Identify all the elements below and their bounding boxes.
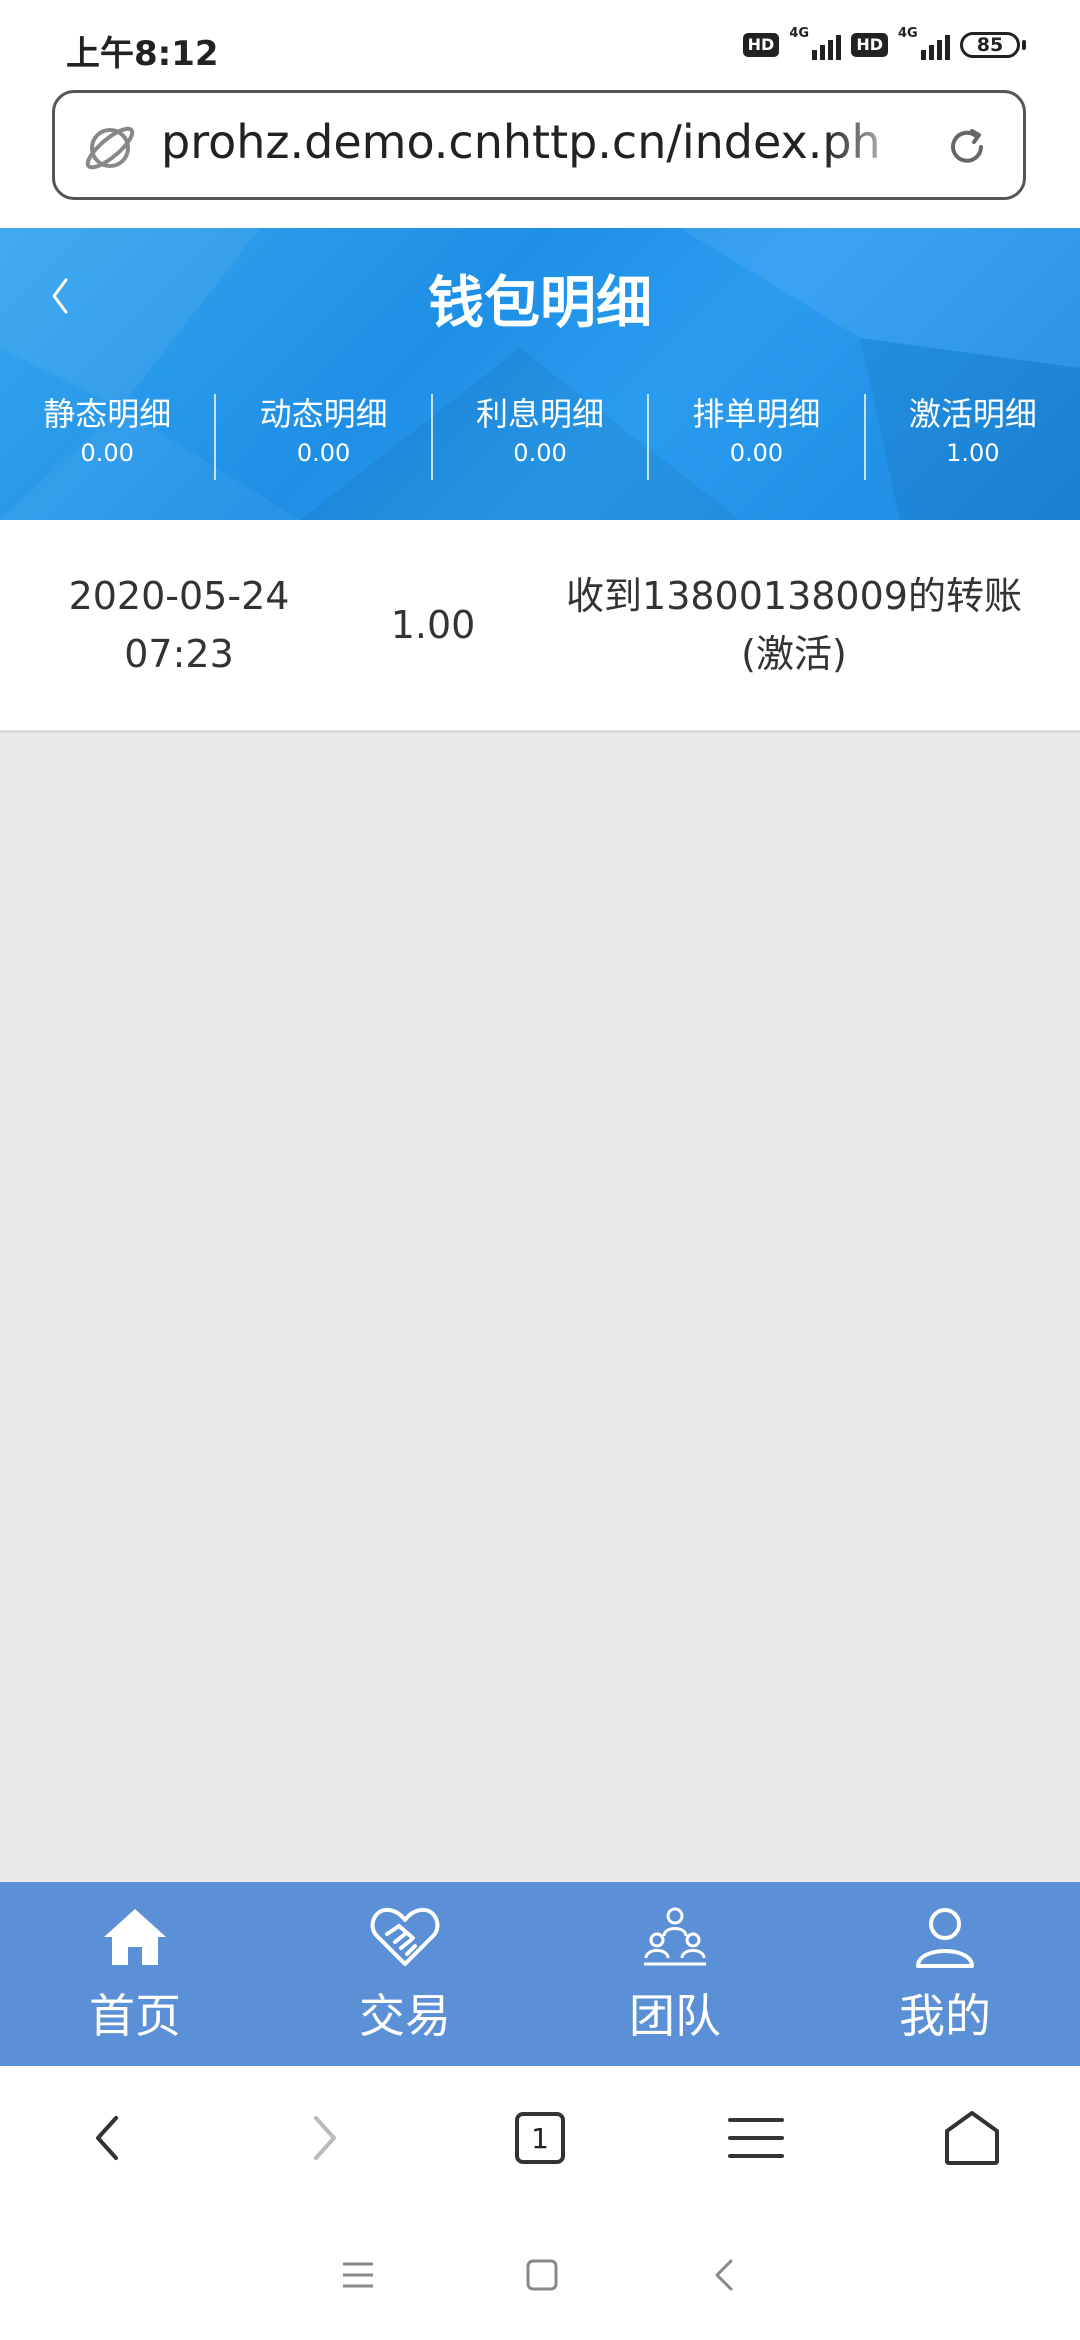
url-bar[interactable]: prohz.demo.cnhttp.cn/index.ph (52, 90, 1026, 200)
tab-team[interactable]: 团队 (540, 1882, 810, 2066)
system-back-icon[interactable] (709, 2255, 739, 2295)
team-icon (640, 1902, 710, 1972)
record-date: 2020-05-24 (68, 574, 290, 618)
stat-dynamic[interactable]: 动态明细 0.00 (216, 394, 433, 480)
tab-home[interactable]: 首页 (0, 1882, 270, 2066)
record-amount: 1.00 (390, 603, 476, 647)
status-bar: 上午8:12 HD 4G HD 4G 85 (0, 0, 1080, 90)
home-icon (100, 1902, 170, 1972)
tab-count: 1 (515, 2112, 565, 2164)
system-navigation (0, 2210, 1080, 2340)
hd-icon: HD (851, 33, 888, 57)
reload-icon[interactable] (943, 123, 991, 175)
browser-home-button[interactable] (864, 2109, 1080, 2167)
browser-forward-button[interactable] (216, 2108, 432, 2168)
stat-interest[interactable]: 利息明细 0.00 (433, 394, 650, 480)
stat-order[interactable]: 排单明细 0.00 (649, 394, 866, 480)
browser-menu-button[interactable] (648, 2114, 864, 2162)
chevron-left-icon (96, 2116, 118, 2160)
recent-apps-icon[interactable] (341, 2260, 375, 2290)
tab-trade[interactable]: 交易 (270, 1882, 540, 2066)
record-datetime: 2020-05-24 07:23 (0, 520, 358, 730)
stat-label: 排单明细 (692, 395, 821, 433)
stat-label: 静态明细 (43, 395, 172, 433)
record-desc-line2: (激活) (741, 632, 847, 676)
tab-label: 团队 (629, 1989, 721, 2043)
tab-label: 我的 (899, 1989, 991, 2043)
url-text[interactable]: prohz.demo.cnhttp.cn/index.ph (161, 115, 901, 169)
stat-label: 动态明细 (259, 395, 388, 433)
stat-label: 激活明细 (908, 395, 1037, 433)
browser-toolbar: 1 (0, 2066, 1080, 2212)
home-outline-icon (945, 2111, 999, 2165)
status-icons: HD 4G HD 4G 85 (742, 26, 1026, 60)
stat-value: 1.00 (946, 439, 1000, 467)
browser-back-button[interactable] (0, 2108, 216, 2168)
battery-icon: 85 (960, 32, 1026, 58)
stat-value: 0.00 (80, 439, 134, 467)
bottom-tabbar: 首页 交易 团队 我的 (0, 1882, 1080, 2066)
browser-url-area: prohz.demo.cnhttp.cn/index.ph (0, 90, 1080, 228)
table-row: 2020-05-24 07:23 1.00 收到13800138009的转账 (… (0, 520, 1080, 733)
stats-row: 静态明细 0.00 动态明细 0.00 利息明细 0.00 排单明细 0.00 … (0, 394, 1080, 480)
tab-label: 交易 (359, 1989, 451, 2043)
stat-activation[interactable]: 激活明细 1.00 (866, 394, 1080, 480)
record-time: 07:23 (124, 632, 234, 676)
stat-label: 利息明细 (476, 395, 605, 433)
record-desc-line1: 收到13800138009的转账 (566, 574, 1022, 618)
system-home-icon[interactable] (525, 2258, 559, 2292)
page-title: 钱包明细 (428, 271, 652, 336)
handshake-icon (369, 1902, 441, 1972)
stat-static[interactable]: 静态明细 0.00 (0, 394, 217, 480)
signal-icon: 4G (789, 26, 842, 60)
wallet-header: 钱包明细 静态明细 0.00 动态明细 0.00 利息明细 0.00 排单明细 … (0, 228, 1080, 520)
record-description: 收到13800138009的转账 (激活) (508, 520, 1080, 730)
user-icon (912, 1902, 978, 1972)
menu-icon (728, 2118, 784, 2158)
tab-mine[interactable]: 我的 (810, 1882, 1080, 2066)
stat-value: 0.00 (513, 439, 567, 467)
status-time: 上午8:12 (66, 34, 219, 74)
battery-level: 85 (960, 32, 1020, 58)
signal-icon: 4G (898, 26, 950, 60)
globe-icon (83, 121, 137, 179)
stat-value: 0.00 (296, 439, 351, 467)
browser-tabs-button[interactable]: 1 (432, 2112, 648, 2164)
tab-label: 首页 (89, 1989, 181, 2043)
chevron-right-icon (314, 2116, 336, 2160)
stat-value: 0.00 (729, 439, 784, 467)
hd-icon: HD (742, 33, 780, 57)
